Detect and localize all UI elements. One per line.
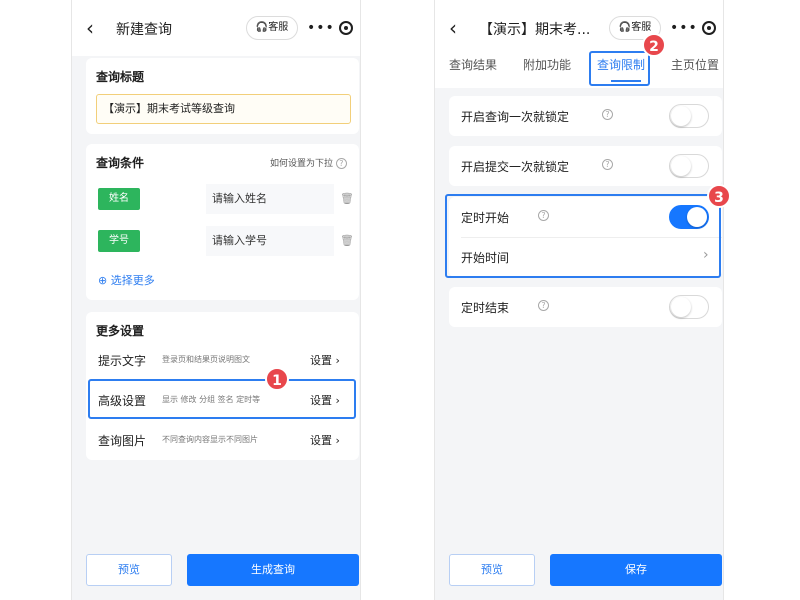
mini-program-capsule: •••: [305, 16, 360, 40]
toggle-knob: [687, 207, 707, 227]
chevron-right-icon: ›: [703, 247, 709, 263]
option-lock-after-query: 开启查询一次就锁定 ?: [449, 96, 722, 136]
top-navigation-bar: ‹ 【演示】期末考... 🎧客服 •••: [435, 0, 723, 56]
plus-circle-icon: ⊕: [98, 274, 108, 287]
timer-end-toggle[interactable]: [669, 295, 709, 319]
save-button[interactable]: 保存: [550, 554, 722, 586]
more-dots-icon[interactable]: •••: [307, 16, 335, 40]
timer-start-toggle[interactable]: [669, 205, 709, 229]
setting-action-label: 设置: [310, 434, 332, 447]
help-icon[interactable]: ?: [602, 159, 613, 170]
option-label: 定时结束: [461, 301, 510, 315]
toggle-knob: [671, 156, 691, 176]
dropdown-help-link[interactable]: 如何设置为下拉 ?: [270, 156, 347, 169]
toggle-knob: [671, 297, 691, 317]
back-chevron-icon[interactable]: ‹: [86, 16, 106, 40]
tab-bar: 查询结果 附加功能 查询限制 主页位置: [435, 56, 723, 88]
step-badge-2: 2: [642, 33, 666, 57]
delete-trash-icon[interactable]: 🗑: [340, 234, 354, 248]
chevron-right-icon: ›: [335, 394, 340, 407]
close-target-icon[interactable]: [339, 21, 353, 35]
option-lock-after-submit: 开启提交一次就锁定 ?: [449, 146, 722, 186]
lock-after-submit-toggle[interactable]: [669, 154, 709, 178]
tab-query-limits[interactable]: 查询限制: [597, 56, 645, 86]
start-time-row[interactable]: 开始时间: [461, 249, 509, 266]
select-more-label: 选择更多: [110, 274, 155, 287]
help-icon[interactable]: ?: [538, 300, 549, 311]
tab-query-limits-label: 查询限制: [597, 58, 646, 72]
step-badge-3: 3: [707, 184, 731, 208]
option-timer-end: 定时结束 ?: [449, 287, 722, 327]
setting-label: 提示文字: [98, 354, 147, 368]
setting-action: 设置 ›: [310, 432, 340, 448]
timer-start-label: 定时开始: [461, 211, 510, 225]
preview-button[interactable]: 预览: [86, 554, 172, 586]
name-input[interactable]: 请输入姓名: [206, 184, 334, 214]
chevron-right-icon: ›: [335, 354, 340, 367]
help-icon: ?: [335, 158, 347, 169]
query-title-input[interactable]: 【演示】期末考试等级查询: [96, 94, 351, 124]
customer-service-label: 客服: [268, 22, 289, 33]
page-title: 【演示】期末考...: [479, 22, 591, 38]
select-more-button[interactable]: ⊕ 选择更多: [98, 272, 155, 288]
query-conditions-card: 查询条件 如何设置为下拉 ? 姓名 请输入姓名 🗑 学号 请输入学号 🗑 ⊕ 选…: [86, 144, 359, 300]
tab-extra-features[interactable]: 附加功能: [523, 56, 571, 86]
chevron-right-icon: ›: [335, 434, 340, 447]
setting-label: 高级设置: [98, 394, 147, 408]
more-settings-card: 更多设置 提示文字 登录页和结果页说明图文 设置 › 高级设置 显示 修改 分组…: [86, 312, 359, 460]
right-phone-screen: ‹ 【演示】期末考... 🎧客服 ••• 查询结果 附加功能 查询限制 主页位置…: [434, 0, 724, 600]
help-icon[interactable]: ?: [602, 109, 613, 120]
option-label: 开启查询一次就锁定: [461, 110, 570, 124]
top-navigation-bar: ‹ 新建查询 🎧客服 •••: [72, 0, 360, 56]
setting-description: 登录页和结果页说明图文: [162, 355, 250, 364]
setting-description: 不同查询内容显示不同图片: [162, 435, 258, 444]
toggle-knob: [671, 106, 691, 126]
active-tab-underline: [611, 80, 641, 82]
query-title-card: 查询标题 【演示】期末考试等级查询: [86, 58, 359, 134]
more-dots-icon[interactable]: •••: [670, 16, 698, 40]
query-title-heading: 查询标题: [96, 70, 145, 84]
option-label: 开启提交一次就锁定: [461, 160, 570, 174]
setting-action-label: 设置: [310, 394, 332, 407]
back-chevron-icon[interactable]: ‹: [449, 16, 469, 40]
more-settings-heading: 更多设置: [96, 324, 145, 338]
preview-button[interactable]: 预览: [449, 554, 535, 586]
setting-description: 显示 修改 分组 签名 定时等: [162, 395, 261, 404]
lock-after-query-toggle[interactable]: [669, 104, 709, 128]
divider: [461, 237, 722, 238]
setting-label: 查询图片: [98, 434, 147, 448]
setting-action-label: 设置: [310, 354, 332, 367]
setting-action: 设置 ›: [310, 392, 340, 408]
customer-service-label: 客服: [631, 22, 652, 33]
close-target-icon[interactable]: [702, 21, 716, 35]
step-badge-1: 1: [265, 367, 289, 391]
field-tag-name[interactable]: 姓名: [98, 188, 140, 210]
setting-row-query-image[interactable]: 查询图片 不同查询内容显示不同图片 设置 ›: [86, 422, 359, 458]
customer-service-button[interactable]: 🎧客服: [246, 16, 298, 40]
mini-program-capsule: •••: [668, 16, 723, 40]
student-id-input[interactable]: 请输入学号: [206, 226, 334, 256]
field-tag-student-id[interactable]: 学号: [98, 230, 140, 252]
setting-row-advanced[interactable]: 高级设置 显示 修改 分组 签名 定时等 设置 ›: [86, 382, 359, 418]
setting-row-tip-text[interactable]: 提示文字 登录页和结果页说明图文 设置 ›: [86, 342, 359, 378]
page-title: 新建查询: [116, 22, 172, 38]
dropdown-help-text: 如何设置为下拉: [270, 159, 334, 169]
setting-action: 设置 ›: [310, 352, 340, 368]
generate-query-button[interactable]: 生成查询: [187, 554, 359, 586]
help-icon[interactable]: ?: [538, 210, 549, 221]
tab-query-results[interactable]: 查询结果: [449, 56, 497, 86]
timer-start-group: 定时开始 ? 开始时间 ›: [449, 197, 722, 277]
delete-trash-icon[interactable]: 🗑: [340, 192, 354, 206]
tab-homepage-position[interactable]: 主页位置: [671, 56, 719, 86]
conditions-heading: 查询条件: [96, 156, 145, 170]
left-phone-screen: ‹ 新建查询 🎧客服 ••• 查询标题 【演示】期末考试等级查询 查询条件 如何…: [71, 0, 361, 600]
